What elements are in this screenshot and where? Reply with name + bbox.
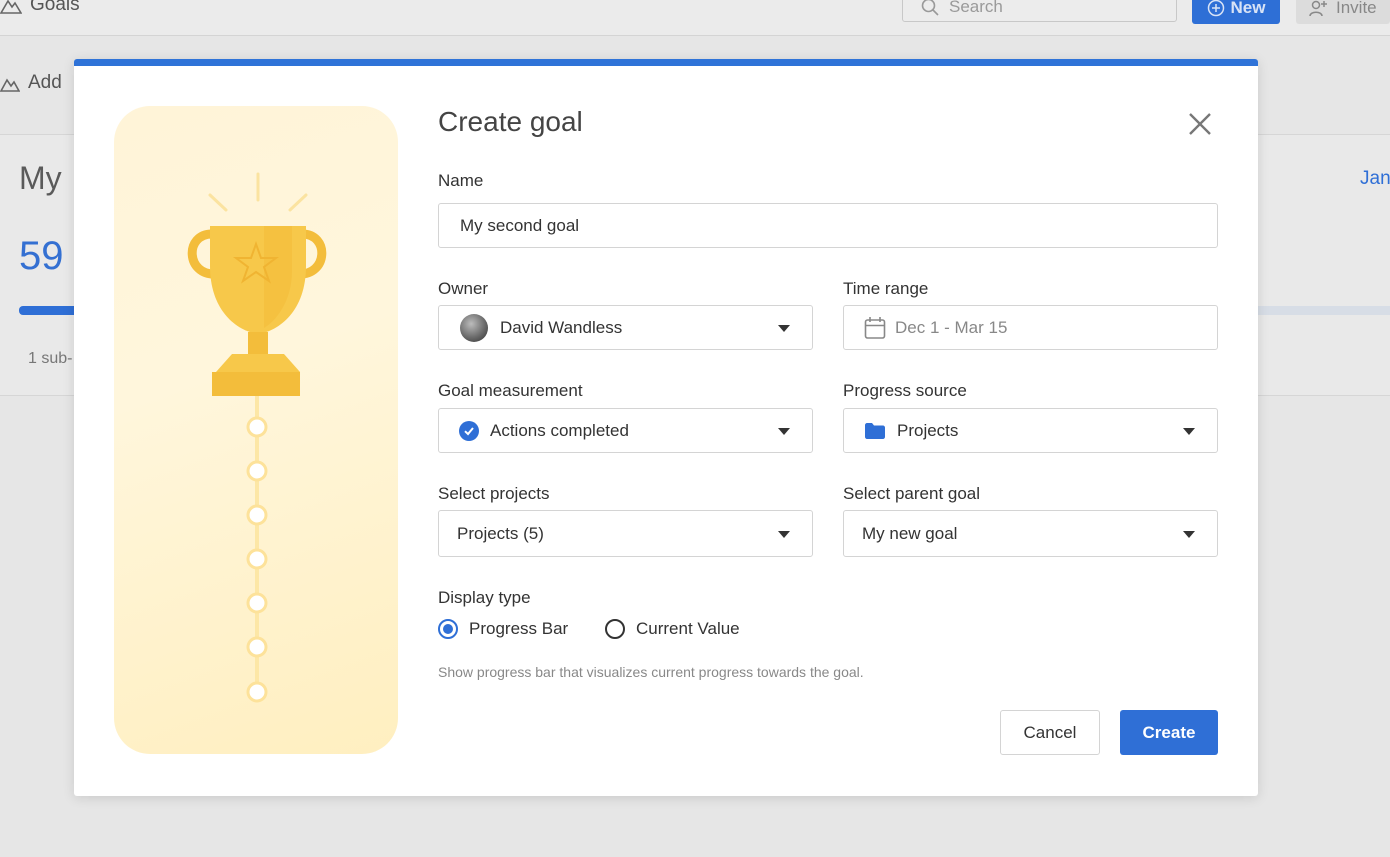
owner-value: David Wandless: [500, 317, 623, 337]
chevron-down-icon: [1183, 428, 1195, 435]
chevron-down-icon: [778, 428, 790, 435]
progress-source-label: Progress source: [843, 381, 967, 400]
create-button[interactable]: Create: [1120, 710, 1218, 755]
new-button[interactable]: New: [1192, 0, 1280, 24]
radio-current-value[interactable]: Current Value: [605, 619, 740, 639]
radio-progress-bar-label: Progress Bar: [469, 619, 569, 638]
time-range-value: Dec 1 - Mar 15: [895, 317, 1008, 337]
folder-icon: [865, 422, 885, 439]
app-title-text: Goals: [30, 0, 80, 15]
search-icon: [921, 0, 939, 16]
invite-button[interactable]: Invite: [1296, 0, 1390, 24]
goal-card-progress-track: [1258, 306, 1390, 315]
app-header: Goals Search New Invite: [0, 0, 1390, 36]
owner-label: Owner: [438, 279, 489, 298]
goal-card-progress-bar: [19, 306, 79, 315]
time-range-label: Time range: [843, 279, 929, 298]
mountain-icon: [0, 0, 22, 14]
create-goal-dialog: Create goal Name My second goal Owner Da…: [74, 59, 1258, 796]
add-user-icon: [1309, 0, 1327, 17]
radio-progress-bar[interactable]: Progress Bar: [438, 619, 568, 639]
app-title: Goals: [0, 0, 80, 16]
radio-button-selected[interactable]: [438, 619, 458, 639]
close-button[interactable]: [1184, 108, 1216, 140]
chevron-down-icon: [778, 531, 790, 538]
parent-goal-select[interactable]: My new goal: [843, 510, 1218, 557]
plus-circle-icon: [1207, 0, 1224, 17]
goal-card-date[interactable]: Jan: [1360, 168, 1390, 190]
select-projects-select[interactable]: Projects (5): [438, 510, 813, 557]
name-input[interactable]: My second goal: [438, 203, 1218, 248]
time-range-input[interactable]: Dec 1 - Mar 15: [843, 305, 1218, 350]
select-projects-label: Select projects: [438, 484, 550, 503]
goal-card-title: My: [19, 160, 62, 196]
chevron-down-icon: [778, 325, 790, 332]
goal-measurement-label: Goal measurement: [438, 381, 583, 400]
goal-card-percent: 59: [19, 234, 64, 278]
search-input[interactable]: Search: [902, 0, 1177, 22]
trophy-illustration: [114, 106, 398, 754]
name-value: My second goal: [460, 215, 580, 235]
name-label: Name: [438, 171, 484, 190]
avatar: [460, 313, 488, 342]
owner-select[interactable]: David Wandless: [438, 305, 813, 350]
display-type-label: Display type: [438, 588, 531, 607]
new-label: New: [1230, 0, 1266, 17]
display-type-helper: Show progress bar that visualizes curren…: [438, 664, 864, 680]
chevron-down-icon: [1183, 531, 1195, 538]
search-placeholder: Search: [949, 0, 1003, 16]
progress-source-select[interactable]: Projects: [843, 408, 1218, 453]
close-icon: [1189, 113, 1211, 135]
add-goal-label: Add: [28, 72, 62, 93]
select-projects-value: Projects (5): [457, 523, 544, 543]
add-goal-button[interactable]: Add: [0, 72, 62, 94]
trophy-icon: [187, 172, 327, 703]
goal-measurement-value: Actions completed: [490, 420, 629, 440]
calendar-icon: [864, 316, 886, 339]
radio-button[interactable]: [605, 619, 625, 639]
cancel-button[interactable]: Cancel: [1000, 710, 1100, 755]
progress-source-value: Projects: [897, 420, 959, 440]
parent-goal-label: Select parent goal: [843, 484, 981, 503]
goal-card-subgoals: 1 sub-: [28, 350, 73, 367]
dialog-title: Create goal: [438, 106, 583, 137]
mountain-icon: [0, 78, 20, 92]
radio-current-value-label: Current Value: [636, 619, 740, 638]
check-circle-icon: [459, 420, 479, 441]
parent-goal-value: My new goal: [862, 523, 958, 543]
invite-label: Invite: [1336, 0, 1377, 17]
goal-measurement-select[interactable]: Actions completed: [438, 408, 813, 453]
